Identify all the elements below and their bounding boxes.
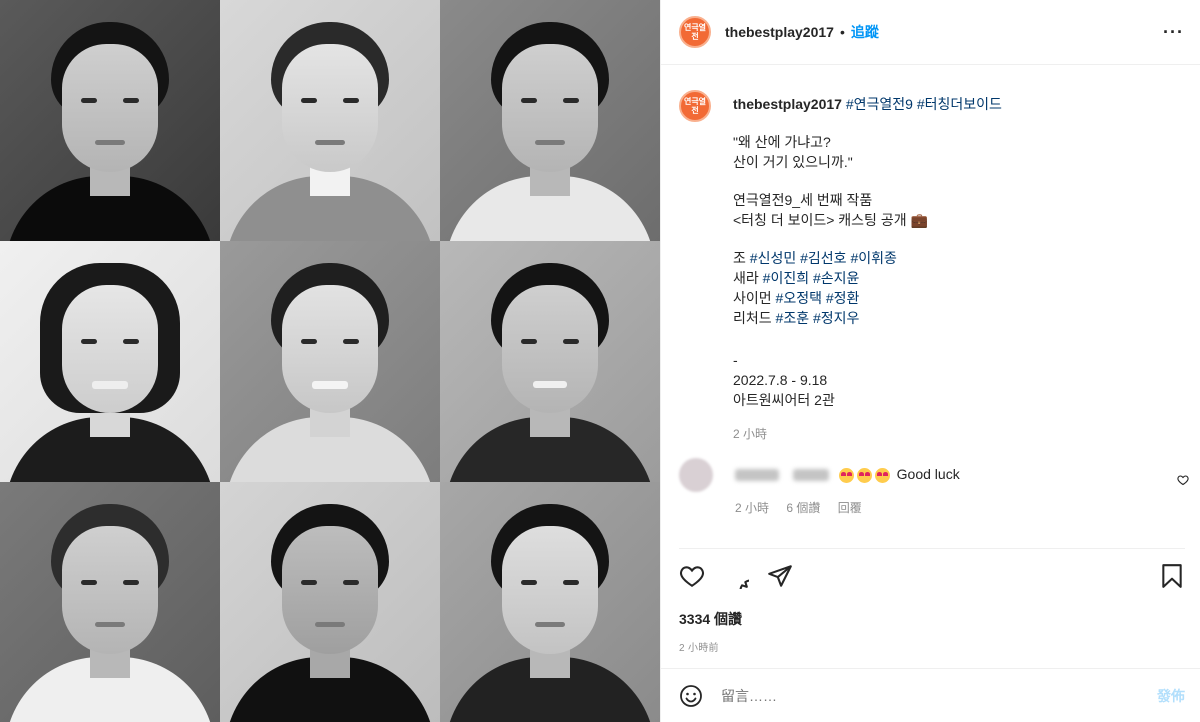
follow-button[interactable]: 追蹤 bbox=[851, 22, 879, 42]
portrait-photo-8 bbox=[220, 482, 440, 722]
comment-text: Good luck bbox=[896, 466, 960, 482]
event-dates: 2022.7.8 - 9.18 bbox=[733, 372, 828, 388]
hashtag-link[interactable]: #이진희 bbox=[763, 270, 809, 286]
hashtag-link[interactable]: #오정택 bbox=[776, 290, 822, 306]
cast-role: 조 bbox=[733, 250, 746, 266]
comment-input[interactable] bbox=[719, 686, 1103, 705]
author-avatar[interactable]: 연극열전 bbox=[679, 16, 711, 48]
portrait-photo-9 bbox=[440, 482, 660, 722]
cast-line: 사이먼 #오정택 #정환 bbox=[733, 288, 1002, 308]
post-side-panel: 연극열전 thebestplay2017 • 追蹤 ··· 연극열전 thebe… bbox=[660, 0, 1200, 722]
hashtag-link[interactable]: #정환 bbox=[826, 290, 860, 306]
comment-likes[interactable]: 6 個讚 bbox=[786, 501, 820, 515]
like-heart-icon[interactable] bbox=[679, 563, 705, 589]
commenter-username[interactable] bbox=[735, 469, 779, 482]
caption-timestamp[interactable]: 2 小時 bbox=[733, 424, 1002, 444]
add-comment-bar: 發佈 bbox=[661, 668, 1200, 722]
caption-text: "왜 산에 가냐고? bbox=[733, 134, 831, 150]
hashtag-link[interactable]: #이휘종 bbox=[850, 250, 896, 266]
event-venue: 아트원씨어터 2관 bbox=[733, 392, 835, 408]
separator-dot: • bbox=[839, 24, 845, 40]
share-paper-plane-icon[interactable] bbox=[767, 563, 793, 589]
heart-eyes-emoji-icon bbox=[874, 467, 890, 483]
cast-line: 조 #신성민 #김선호 #이휘종 bbox=[733, 248, 1002, 268]
post-image[interactable] bbox=[0, 0, 660, 722]
cast-line: 리처드 #조훈 #정지우 bbox=[733, 308, 1002, 328]
portrait-photo-2 bbox=[220, 0, 440, 241]
cast-role: 새라 bbox=[733, 270, 759, 286]
more-options-icon[interactable]: ··· bbox=[1163, 22, 1184, 43]
comment-bubble-icon[interactable] bbox=[723, 563, 749, 589]
caption-text: - bbox=[733, 352, 738, 368]
caption-text: 산이 거기 있으니까." bbox=[733, 154, 853, 170]
portrait-photo-1 bbox=[0, 0, 220, 241]
post-comment-button[interactable]: 發佈 bbox=[1157, 686, 1185, 706]
portrait-photo-5 bbox=[220, 241, 440, 482]
reply-button[interactable]: 回覆 bbox=[838, 501, 862, 515]
cast-role: 리처드 bbox=[733, 310, 772, 326]
heart-eyes-emoji-icon bbox=[838, 467, 854, 483]
hashtag-link[interactable]: #손지윤 bbox=[813, 270, 859, 286]
caption-username[interactable]: thebestplay2017 bbox=[733, 96, 842, 112]
heart-eyes-emoji-icon bbox=[856, 467, 872, 483]
caption-author-avatar[interactable]: 연극열전 bbox=[679, 90, 711, 122]
save-bookmark-icon[interactable] bbox=[1159, 563, 1185, 589]
hashtag-link[interactable]: #정지우 bbox=[813, 310, 859, 326]
portrait-photo-7 bbox=[0, 482, 220, 722]
hashtag-link[interactable]: #연극열전9 bbox=[846, 96, 913, 112]
hashtag-link[interactable]: #조훈 bbox=[776, 310, 810, 326]
hashtag-link[interactable]: #김선호 bbox=[800, 250, 846, 266]
cast-role: 사이먼 bbox=[733, 290, 772, 306]
emoji-smiley-icon[interactable] bbox=[679, 684, 703, 708]
likes-count[interactable]: 3334 個讚 bbox=[679, 609, 1185, 629]
caption-text: 연극열전9_세 번째 작품 bbox=[733, 192, 873, 208]
hashtag-link[interactable]: #터칭더보이드 bbox=[917, 96, 1002, 112]
cast-line: 새라 #이진희 #손지윤 bbox=[733, 268, 1002, 288]
post-header: 연극열전 thebestplay2017 • 追蹤 ··· bbox=[661, 0, 1200, 65]
portrait-photo-4 bbox=[0, 241, 220, 482]
commenter-avatar[interactable] bbox=[679, 458, 713, 492]
comment-time[interactable]: 2 小時 bbox=[735, 501, 769, 515]
instagram-post-view: 연극열전 thebestplay2017 • 追蹤 ··· 연극열전 thebe… bbox=[0, 0, 1200, 722]
portrait-photo-3 bbox=[440, 0, 660, 241]
post-timestamp[interactable]: 2 小時前 bbox=[679, 639, 1185, 654]
post-caption: 연극열전 thebestplay2017 #연극열전9 #터칭더보이드 "왜 산… bbox=[679, 90, 1179, 444]
comment-like-heart-icon[interactable] bbox=[1177, 474, 1189, 486]
author-username[interactable]: thebestplay2017 bbox=[725, 24, 834, 40]
mention-link[interactable] bbox=[792, 469, 829, 482]
portrait-photo-6 bbox=[440, 241, 660, 482]
post-actions: 3334 個讚 2 小時前 bbox=[679, 548, 1185, 654]
hashtag-link[interactable]: #신성민 bbox=[750, 250, 796, 266]
comment-item: Good luck 2 小時 6 個讚 回覆 bbox=[679, 458, 1189, 518]
caption-text: <터칭 더 보이드> 캐스팅 공개 💼 bbox=[733, 212, 928, 228]
